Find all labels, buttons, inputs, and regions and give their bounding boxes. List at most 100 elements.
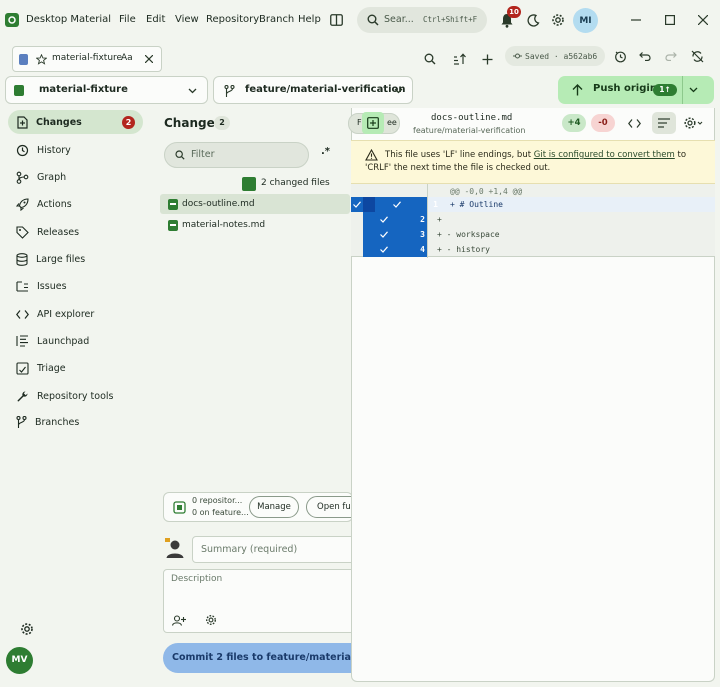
commit-button[interactable]: Commit 2 files to feature/material-verif… <box>163 643 357 673</box>
sidebar-item-large-files[interactable]: Large files <box>8 247 143 271</box>
sidebar-settings-gear-icon[interactable] <box>19 621 35 637</box>
add-icon[interactable] <box>479 51 495 67</box>
sidebar-item-changes[interactable]: Changes 2 <box>8 110 143 134</box>
account-avatar[interactable]: MV <box>6 647 33 674</box>
menu-file[interactable]: File <box>119 14 136 25</box>
repo-name: material-fixture <box>39 84 128 95</box>
sidebar-item-label: Triage <box>37 362 66 374</box>
undo-icon[interactable] <box>637 48 653 64</box>
list-item[interactable]: docs-outline.md <box>160 194 350 214</box>
star-icon[interactable] <box>35 53 47 65</box>
commit-options-gear-icon[interactable] <box>204 613 218 627</box>
arrow-up-icon <box>570 83 584 97</box>
sidebar-item-launchpad[interactable]: Launchpad <box>8 329 143 353</box>
user-avatar[interactable]: MI <box>573 8 598 33</box>
push-menu-chevron-icon[interactable] <box>686 83 700 97</box>
repository-selector[interactable]: material-fixture <box>5 76 208 104</box>
sort-icon[interactable] <box>451 51 467 67</box>
sidebar-item-label: Launchpad <box>37 335 90 347</box>
description-placeholder: Description <box>171 574 223 584</box>
sidebar-item-branches[interactable]: Branches <box>8 410 143 434</box>
line-text: + - history <box>437 245 490 254</box>
list-item[interactable]: material-notes.md <box>160 215 350 235</box>
file-added-icon <box>168 198 178 210</box>
theme-moon-icon[interactable] <box>524 11 542 29</box>
add-coauthor-icon[interactable] <box>171 613 187 627</box>
saved-text: Saved · a562ab6 <box>525 51 598 61</box>
author-avatar-icon[interactable] <box>164 537 186 559</box>
summary-input[interactable]: Summary (required) <box>192 536 357 563</box>
branch-selector[interactable]: feature/material-verification <box>213 76 413 104</box>
sidebar-item-graph[interactable]: Graph <box>8 165 143 189</box>
diff-line[interactable]: 2 + <box>351 212 715 227</box>
menu-help[interactable]: Help <box>298 14 321 25</box>
global-search[interactable]: Sear... Ctrl+Shift+F <box>357 7 487 33</box>
filter-input[interactable]: Filter <box>164 142 309 168</box>
summary-placeholder: Summary (required) <box>201 544 298 555</box>
app-title: Desktop Material <box>26 14 112 25</box>
settings-gear-icon[interactable] <box>549 11 567 29</box>
sidebar-item-releases[interactable]: Releases <box>8 220 143 244</box>
open-full-button[interactable]: Open full <box>306 496 352 518</box>
diff-gutter-separator <box>427 184 428 258</box>
code-view-icon[interactable] <box>625 115 643 131</box>
sidebar-item-label: Changes <box>36 116 82 128</box>
menu-branch[interactable]: Branch <box>259 14 294 25</box>
filter-placeholder: Filter <box>191 149 215 160</box>
database-icon <box>16 252 28 266</box>
push-origin-button[interactable]: Push origin 1↑ <box>558 76 714 104</box>
tab-file-icon <box>19 54 28 65</box>
file-name: material-notes.md <box>182 220 266 230</box>
sidebar-item-label: API explorer <box>37 308 95 320</box>
line-text: + # Outline <box>450 200 503 209</box>
diff-file-name: docs-outline.md <box>431 113 513 123</box>
diff-settings-gear-icon[interactable] <box>681 114 705 132</box>
wrench-icon <box>16 390 29 403</box>
sidebar-item-triage[interactable]: Triage <box>8 356 143 380</box>
line-number: 1 <box>433 200 438 209</box>
history-clock-icon[interactable] <box>612 48 628 64</box>
toolbar-search-icon[interactable] <box>422 51 438 67</box>
no-sync-icon[interactable] <box>689 48 705 64</box>
menu-edit[interactable]: Edit <box>146 14 165 25</box>
window-maximize-icon[interactable] <box>662 12 678 28</box>
line-text: + <box>437 215 442 224</box>
chevron-down-icon <box>392 85 404 97</box>
menu-view[interactable]: View <box>175 14 199 25</box>
window-minimize-icon[interactable] <box>628 12 644 28</box>
checkmark-icon <box>378 242 390 257</box>
repo-status-icon <box>172 500 186 514</box>
menu-repository[interactable]: Repository <box>206 14 259 25</box>
line-number: 2 <box>420 215 425 224</box>
sidebar-item-api-explorer[interactable]: API explorer <box>8 302 143 326</box>
window-close-icon[interactable] <box>695 12 711 28</box>
description-input[interactable]: Description <box>163 569 357 633</box>
wrap-lines-icon[interactable] <box>652 112 676 134</box>
tab-close-icon[interactable] <box>143 53 155 65</box>
manage-button[interactable]: Manage <box>249 496 299 518</box>
sidebar-item-history[interactable]: History <box>8 138 143 162</box>
sidebar-item-repository-tools[interactable]: Repository tools <box>8 384 143 408</box>
sidebar-item-actions[interactable]: Actions <box>8 192 143 216</box>
changes-count: 2 <box>214 116 230 130</box>
regex-toggle[interactable]: .* <box>321 146 330 157</box>
repository-tab[interactable]: material-fixture Aa <box>12 46 162 72</box>
diff-line[interactable]: 1 + # Outline <box>351 197 715 212</box>
push-count-badge: 1↑ <box>653 84 677 96</box>
select-all-checkbox[interactable] <box>242 177 256 191</box>
diff-line[interactable]: 4 + - history <box>351 242 715 257</box>
checkmark-icon <box>391 197 403 212</box>
sidebar-toggle-icon[interactable] <box>328 12 344 28</box>
sidebar-item-issues[interactable]: Issues <box>8 274 143 298</box>
warning-link[interactable]: Git is configured to convert them <box>534 150 675 160</box>
search-icon <box>366 13 380 27</box>
additions-badge: +4 <box>562 114 586 132</box>
branch-name: feature/material-verification <box>245 84 406 95</box>
repo-status-card: 0 repositor... 0 on feature... Manage Op… <box>163 492 353 522</box>
checkmark-icon <box>378 212 390 227</box>
expand-diff-button[interactable] <box>362 112 384 134</box>
diff-line[interactable]: 3 + - workspace <box>351 227 715 242</box>
saved-status-pill: Saved · a562ab6 <box>505 46 605 66</box>
repo-status-line1: 0 repositor... <box>192 496 243 505</box>
redo-icon[interactable] <box>663 48 679 64</box>
